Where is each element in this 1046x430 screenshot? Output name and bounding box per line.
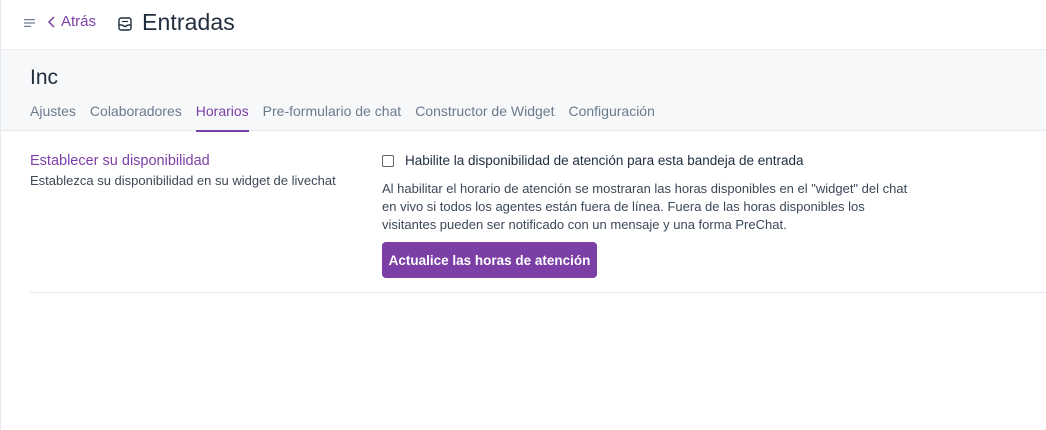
inbox-icon — [117, 16, 133, 32]
inbox-subheader: Inc Ajustes Colaboradores Horarios Pre-f… — [1, 49, 1046, 132]
availability-checkbox-label[interactable]: Habilite la disponibilidad de atención p… — [405, 153, 804, 168]
tab-ajustes[interactable]: Ajustes — [30, 103, 76, 132]
tab-colaboradores[interactable]: Colaboradores — [90, 103, 182, 132]
inbox-name: Inc — [30, 66, 59, 89]
tab-configuracion[interactable]: Configuración — [568, 103, 654, 132]
chevron-left-icon — [47, 15, 57, 29]
menu-icon[interactable] — [23, 16, 37, 30]
top-header: Atrás Entradas — [1, 0, 1046, 49]
back-label: Atrás — [61, 13, 97, 30]
inbox-settings-page: Atrás Entradas Inc Ajustes Colaboradores… — [0, 0, 1046, 430]
section-description: Establezca su disponibilidad en su widge… — [30, 173, 336, 188]
update-hours-button[interactable]: Actualice las horas de atención — [382, 242, 597, 278]
availability-toggle-row: Habilite la disponibilidad de atención p… — [382, 153, 804, 168]
page-title-group: Entradas — [117, 9, 235, 36]
tab-pre-formulario[interactable]: Pre-formulario de chat — [263, 103, 402, 132]
back-button[interactable]: Atrás — [47, 13, 96, 30]
page-title: Entradas — [142, 9, 235, 35]
tab-horarios[interactable]: Horarios — [195, 103, 249, 132]
settings-tabs: Ajustes Colaboradores Horarios Pre-formu… — [30, 103, 669, 132]
availability-checkbox[interactable] — [382, 154, 394, 167]
availability-section: Establecer su disponibilidad Establezca … — [30, 131, 1046, 293]
availability-help-text: Al habilitar el horario de atención se m… — [382, 181, 908, 232]
section-title: Establecer su disponibilidad — [30, 153, 210, 169]
tab-constructor-widget[interactable]: Constructor de Widget — [415, 103, 554, 132]
